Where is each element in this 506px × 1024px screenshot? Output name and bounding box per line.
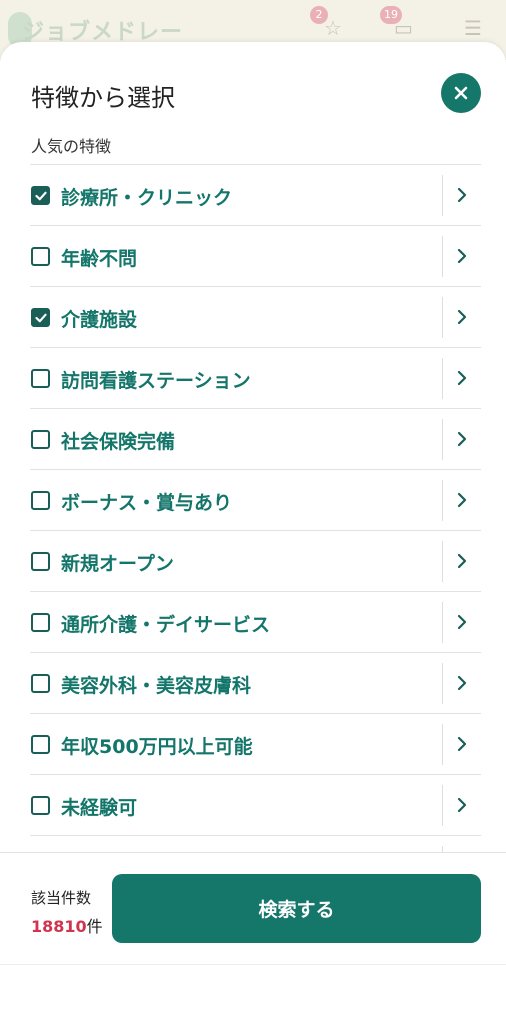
- feature-list: 診療所・クリニック 年齢不問介護施設訪問看護ステーション 社会保険完備ボーナス・賞与…: [30, 164, 481, 858]
- modal-title: 特徴から選択: [31, 84, 175, 112]
- row-divider: [442, 297, 443, 338]
- feature-row[interactable]: 新規オープン: [30, 531, 481, 592]
- feature-label: 社会保険完備: [61, 431, 176, 453]
- background-header-icons: ☆ 2 ▭ 19 ☰: [310, 6, 492, 44]
- checkbox-unchecked[interactable]: [31, 247, 50, 266]
- feature-row[interactable]: ボーナス・賞与あり: [30, 470, 481, 531]
- chevron-right-icon[interactable]: [454, 796, 470, 814]
- feature-select-modal: 特徴から選択 人気の特徴 診療所・クリニック 年齢不問介護施設訪問看護ステーション…: [0, 42, 506, 964]
- result-count: 18810件: [31, 913, 103, 937]
- feature-row[interactable]: 通所介護・デイサービス: [30, 592, 481, 653]
- checkbox-unchecked[interactable]: [31, 735, 50, 754]
- feature-row[interactable]: 社会保険完備: [30, 409, 481, 470]
- chevron-right-icon[interactable]: [454, 735, 470, 753]
- close-icon: [454, 86, 468, 100]
- chevron-right-icon[interactable]: [454, 247, 470, 265]
- feature-row[interactable]: 年収500万円以上可能: [30, 714, 481, 775]
- checkbox-unchecked[interactable]: [31, 552, 50, 571]
- row-divider: [442, 358, 443, 399]
- feature-row[interactable]: 訪問看護ステーション: [30, 348, 481, 409]
- checkbox-unchecked[interactable]: [31, 369, 50, 388]
- checkbox-unchecked[interactable]: [31, 674, 50, 693]
- feature-row[interactable]: 診療所・クリニック: [30, 165, 481, 226]
- checkbox-unchecked[interactable]: [31, 613, 50, 632]
- feature-row[interactable]: 年齢不問: [30, 226, 481, 287]
- feature-label: 未経験可: [61, 797, 138, 819]
- result-count-unit: 件: [86, 917, 103, 936]
- section-label: 人気の特徴: [31, 137, 112, 156]
- search-button[interactable]: 検索する: [112, 874, 481, 943]
- result-count-number: 18810: [31, 917, 87, 936]
- feature-row[interactable]: 介護施設: [30, 287, 481, 348]
- feature-label: 美容外科・美容皮膚科: [61, 675, 252, 697]
- chevron-right-icon[interactable]: [454, 674, 470, 692]
- checkbox-unchecked[interactable]: [31, 430, 50, 449]
- star-icon: ☆ 2: [310, 6, 352, 44]
- page-background: [0, 964, 506, 1024]
- row-divider: [442, 175, 443, 216]
- feature-label: 診療所・クリニック: [61, 187, 233, 209]
- feature-label: 年齢不問: [61, 248, 138, 270]
- checkbox-unchecked[interactable]: [31, 796, 50, 815]
- bottom-bar: 該当件数 18810件 検索する: [0, 852, 506, 964]
- favorites-badge: 2: [310, 6, 328, 24]
- chevron-right-icon[interactable]: [454, 552, 470, 570]
- chevron-right-icon[interactable]: [454, 430, 470, 448]
- row-divider: [442, 419, 443, 460]
- menu-icon: ☰: [464, 16, 482, 40]
- result-count-label: 該当件数: [31, 889, 92, 907]
- checkbox-unchecked[interactable]: [31, 491, 50, 510]
- chevron-right-icon[interactable]: [454, 186, 470, 204]
- feature-label: 訪問看護ステーション: [61, 370, 251, 392]
- row-divider: [442, 480, 443, 521]
- row-divider: [442, 663, 443, 704]
- feature-row[interactable]: 美容外科・美容皮膚科: [30, 653, 481, 714]
- row-divider: [442, 236, 443, 277]
- feature-label: ボーナス・賞与あり: [61, 492, 233, 514]
- chevron-right-icon[interactable]: [454, 491, 470, 509]
- checkbox-checked[interactable]: [31, 186, 50, 205]
- feature-label: 介護施設: [61, 309, 138, 331]
- row-divider: [442, 541, 443, 582]
- chevron-right-icon[interactable]: [454, 308, 470, 326]
- feature-row[interactable]: 未経験可: [30, 775, 481, 836]
- feature-label: 通所介護・デイサービス: [61, 614, 271, 636]
- checkbox-checked[interactable]: [31, 308, 50, 327]
- feature-label: 年収500万円以上可能: [61, 736, 253, 758]
- row-divider: [442, 602, 443, 643]
- feature-label: 新規オープン: [61, 553, 174, 575]
- close-button[interactable]: [441, 73, 481, 113]
- chat-icon: ▭ 19: [380, 6, 422, 44]
- chevron-right-icon[interactable]: [454, 369, 470, 387]
- messages-badge: 19: [380, 6, 402, 24]
- row-divider: [442, 724, 443, 765]
- chevron-right-icon[interactable]: [454, 613, 470, 631]
- row-divider: [442, 785, 443, 826]
